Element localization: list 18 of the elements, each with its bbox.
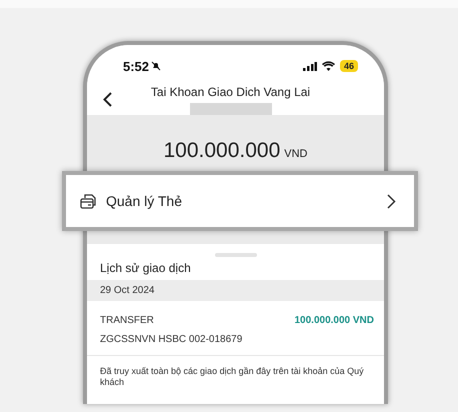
- back-icon[interactable]: [103, 92, 112, 107]
- bell-muted-icon: [151, 61, 162, 71]
- transaction-reference: ZGCSSNVN HSBC 002-018679: [100, 334, 244, 345]
- balance-amount: 100.000.000: [163, 139, 280, 163]
- status-time: 5:52: [123, 58, 162, 74]
- currency-label: VND: [284, 148, 308, 160]
- battery-level: 46: [340, 60, 358, 72]
- wifi-icon: [322, 61, 335, 71]
- account-title: Tai Khoan Giao Dich Vang Lai: [150, 85, 310, 99]
- signal-icon: [302, 62, 317, 70]
- history-note: Đã truy xuất toàn bộ các giao dịch gần đây trên tài khoản của Quý khách: [99, 365, 365, 389]
- card-management-item[interactable]: Quản lý Thẻ: [62, 171, 418, 231]
- transaction-amount: 100.000.000 VND: [294, 315, 374, 326]
- transaction-type: TRANSFER: [100, 315, 155, 326]
- chevron-right-icon: [387, 194, 396, 208]
- history-title: Lịch sử giao dịch: [99, 260, 192, 277]
- date-header: 29 Oct 2024: [87, 280, 384, 301]
- card-icon: [80, 192, 98, 210]
